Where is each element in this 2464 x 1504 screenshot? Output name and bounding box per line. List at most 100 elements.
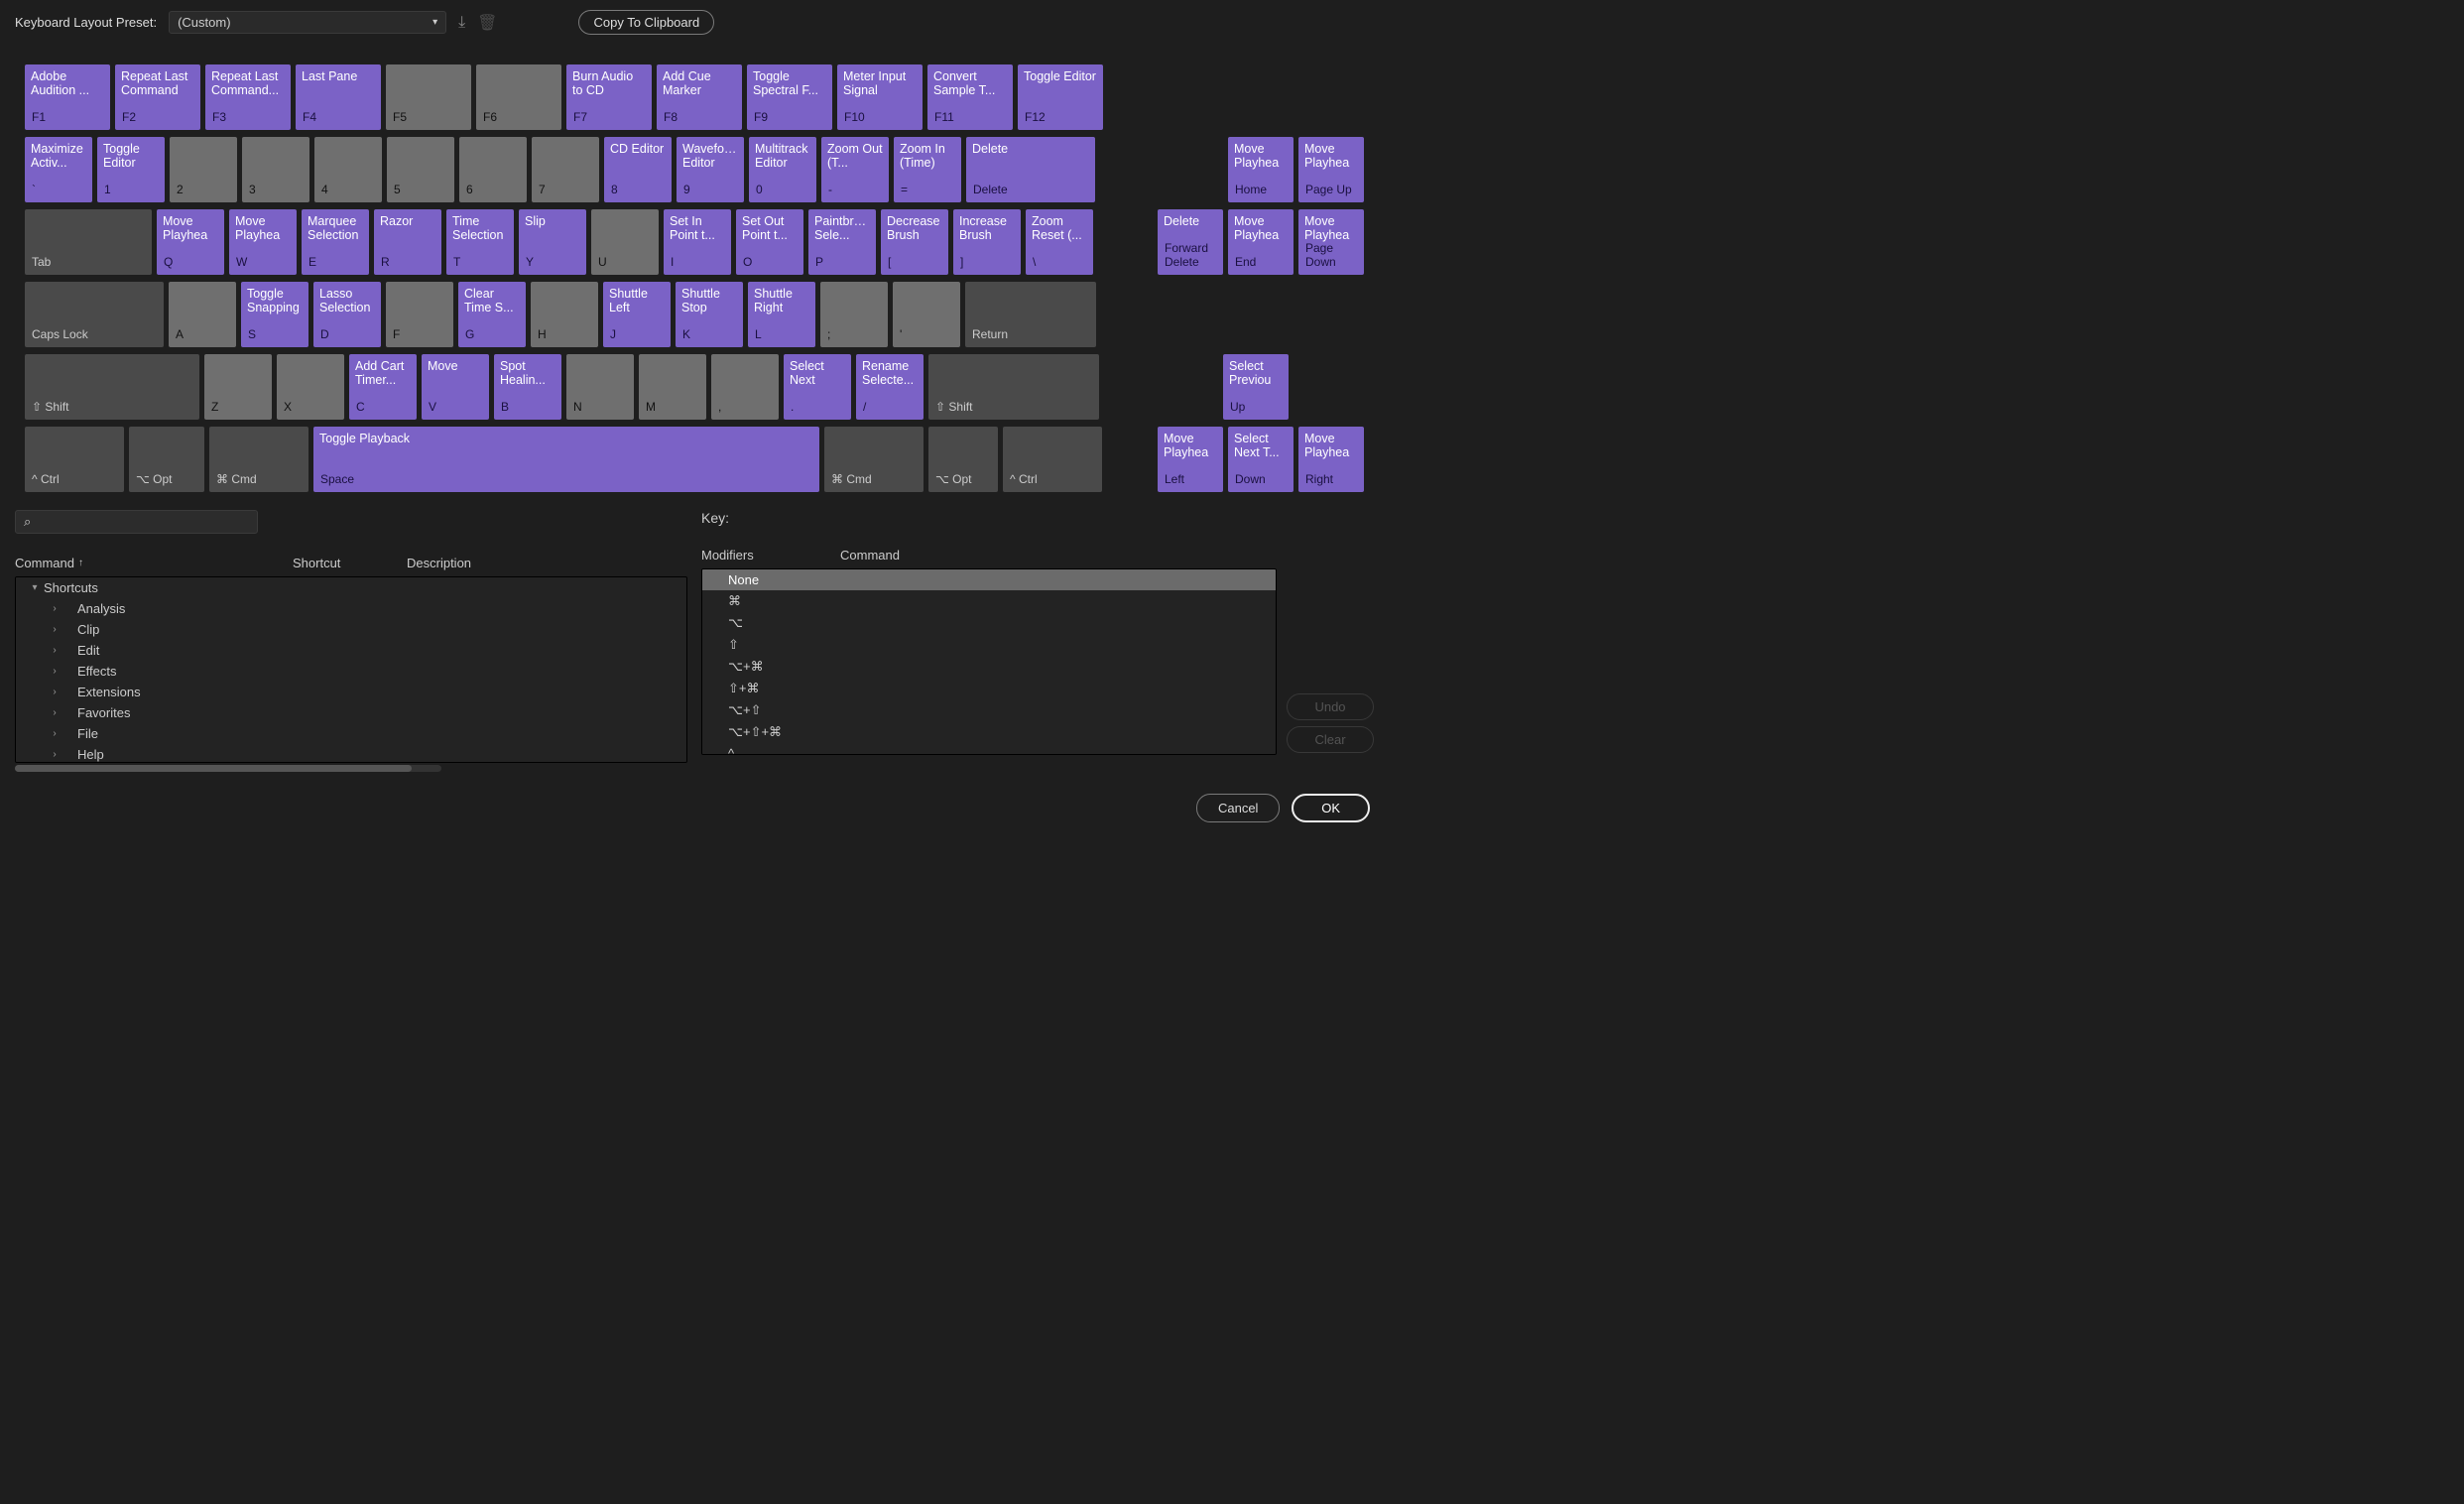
tree-row-clip[interactable]: ›Clip	[16, 619, 680, 640]
key-4[interactable]: 4	[314, 137, 382, 202]
key-x[interactable]: X	[277, 354, 344, 420]
modifier-row[interactable]: None	[702, 569, 1276, 590]
key-p[interactable]: Paintbrush Sele...P	[808, 209, 876, 275]
key-y[interactable]: SlipY	[519, 209, 586, 275]
modifier-row[interactable]: ⌘	[702, 590, 1276, 612]
key-s[interactable]: Toggle SnappingS	[241, 282, 308, 347]
key-o[interactable]: Set Out Point t...O	[736, 209, 803, 275]
search-input[interactable]: ⌕	[15, 510, 258, 534]
key-forward-delete[interactable]: DeleteForward Delete	[1158, 209, 1223, 275]
key-k[interactable]: Shuttle StopK	[676, 282, 743, 347]
key-0[interactable]: Multitrack Editor0	[749, 137, 816, 202]
key-q[interactable]: Move PlayheaQ	[157, 209, 224, 275]
tree-row-help[interactable]: ›Help	[16, 744, 680, 763]
key--cmd[interactable]: ⌘ Cmd	[824, 427, 924, 492]
key-f7[interactable]: Burn Audio to CDF7	[566, 64, 652, 130]
key-tab[interactable]: Tab	[25, 209, 152, 275]
cancel-button[interactable]: Cancel	[1196, 794, 1280, 822]
chevron-right-icon[interactable]: ›	[46, 728, 63, 739]
key-f8[interactable]: Add Cue MarkerF8	[657, 64, 742, 130]
key-f12[interactable]: Toggle EditorF12	[1018, 64, 1103, 130]
commands-tree[interactable]: ▾Shortcuts›Analysis›Clip›Edit›Effects›Ex…	[15, 576, 687, 763]
chevron-right-icon[interactable]: ›	[46, 603, 63, 614]
key-8[interactable]: CD Editor8	[604, 137, 672, 202]
key-f3[interactable]: Repeat Last Command...F3	[205, 64, 291, 130]
key--[interactable]: Decrease Brush[	[881, 209, 948, 275]
key--opt[interactable]: ⌥ Opt	[928, 427, 998, 492]
key-m[interactable]: M	[639, 354, 706, 420]
key--[interactable]: ,	[711, 354, 779, 420]
key-home[interactable]: Move PlayheaHome	[1228, 137, 1294, 202]
key--[interactable]: '	[893, 282, 960, 347]
key--ctrl[interactable]: ^ Ctrl	[25, 427, 124, 492]
key--[interactable]: Zoom Reset (...\	[1026, 209, 1093, 275]
key--[interactable]: Select Next.	[784, 354, 851, 420]
key-3[interactable]: 3	[242, 137, 309, 202]
chevron-down-icon[interactable]: ▾	[26, 582, 44, 593]
tree-row-extensions[interactable]: ›Extensions	[16, 682, 680, 702]
key-5[interactable]: 5	[387, 137, 454, 202]
key-b[interactable]: Spot Healin...B	[494, 354, 561, 420]
key-up[interactable]: Select PreviouUp	[1223, 354, 1289, 420]
key-down[interactable]: Select Next T...Down	[1228, 427, 1294, 492]
key-return[interactable]: Return	[965, 282, 1096, 347]
chevron-right-icon[interactable]: ›	[46, 749, 63, 760]
key--shift[interactable]: ⇧ Shift	[25, 354, 199, 420]
key-g[interactable]: Clear Time S...G	[458, 282, 526, 347]
copy-to-clipboard-button[interactable]: Copy To Clipboard	[578, 10, 714, 35]
modifiers-table[interactable]: None⌘⌥⇧⌥+⌘⇧+⌘⌥+⇧⌥+⇧+⌘^^+⌘	[701, 568, 1277, 755]
key-z[interactable]: Z	[204, 354, 272, 420]
key-f4[interactable]: Last PaneF4	[296, 64, 381, 130]
key-left[interactable]: Move PlayheaLeft	[1158, 427, 1223, 492]
modifier-row[interactable]: ⌥+⇧	[702, 699, 1276, 721]
key--[interactable]: Maximize Activ...`	[25, 137, 92, 202]
key-l[interactable]: Shuttle RightL	[748, 282, 815, 347]
modifier-row[interactable]: ⌥+⇧+⌘	[702, 721, 1276, 743]
modifier-row[interactable]: ^	[702, 743, 1276, 755]
column-shortcut[interactable]: Shortcut	[293, 556, 407, 570]
column-command[interactable]: Command	[15, 556, 74, 570]
key-caps-lock[interactable]: Caps Lock	[25, 282, 164, 347]
key-d[interactable]: Lasso SelectionD	[313, 282, 381, 347]
key-e[interactable]: Marquee SelectionE	[302, 209, 369, 275]
key-9[interactable]: Waveform Editor9	[677, 137, 744, 202]
tree-row-file[interactable]: ›File	[16, 723, 680, 744]
key-f5[interactable]: F5	[386, 64, 471, 130]
key-2[interactable]: 2	[170, 137, 237, 202]
key--[interactable]: Rename Selecte.../	[856, 354, 924, 420]
key--[interactable]: Increase Brush]	[953, 209, 1021, 275]
key--cmd[interactable]: ⌘ Cmd	[209, 427, 308, 492]
chevron-right-icon[interactable]: ›	[46, 687, 63, 697]
key--shift[interactable]: ⇧ Shift	[928, 354, 1099, 420]
key-w[interactable]: Move PlayheaW	[229, 209, 297, 275]
key-f9[interactable]: Toggle Spectral F...F9	[747, 64, 832, 130]
key-end[interactable]: Move PlayheaEnd	[1228, 209, 1294, 275]
ok-button[interactable]: OK	[1292, 794, 1370, 822]
key-space[interactable]: Toggle PlaybackSpace	[313, 427, 819, 492]
key-f11[interactable]: Convert Sample T...F11	[927, 64, 1013, 130]
key-7[interactable]: 7	[532, 137, 599, 202]
key-c[interactable]: Add Cart Timer...C	[349, 354, 417, 420]
tree-row-analysis[interactable]: ›Analysis	[16, 598, 680, 619]
column-command-right[interactable]: Command	[840, 548, 1374, 563]
horizontal-scrollbar[interactable]	[15, 765, 441, 772]
tree-row-effects[interactable]: ›Effects	[16, 661, 680, 682]
key--[interactable]: Zoom In (Time)=	[894, 137, 961, 202]
key-n[interactable]: N	[566, 354, 634, 420]
chevron-right-icon[interactable]: ›	[46, 645, 63, 656]
key-j[interactable]: Shuttle LeftJ	[603, 282, 671, 347]
key-r[interactable]: RazorR	[374, 209, 441, 275]
key-f2[interactable]: Repeat Last CommandF2	[115, 64, 200, 130]
chevron-right-icon[interactable]: ›	[46, 707, 63, 718]
key--opt[interactable]: ⌥ Opt	[129, 427, 204, 492]
key-page-down[interactable]: Move PlayheaPage Down	[1298, 209, 1364, 275]
modifier-row[interactable]: ⌥	[702, 612, 1276, 634]
column-modifiers[interactable]: Modifiers	[701, 548, 840, 563]
key-f6[interactable]: F6	[476, 64, 561, 130]
key-right[interactable]: Move PlayheaRight	[1298, 427, 1364, 492]
key--[interactable]: ;	[820, 282, 888, 347]
chevron-right-icon[interactable]: ›	[46, 624, 63, 635]
modifier-row[interactable]: ⌥+⌘	[702, 656, 1276, 678]
column-description[interactable]: Description	[407, 556, 687, 570]
key-i[interactable]: Set In Point t...I	[664, 209, 731, 275]
